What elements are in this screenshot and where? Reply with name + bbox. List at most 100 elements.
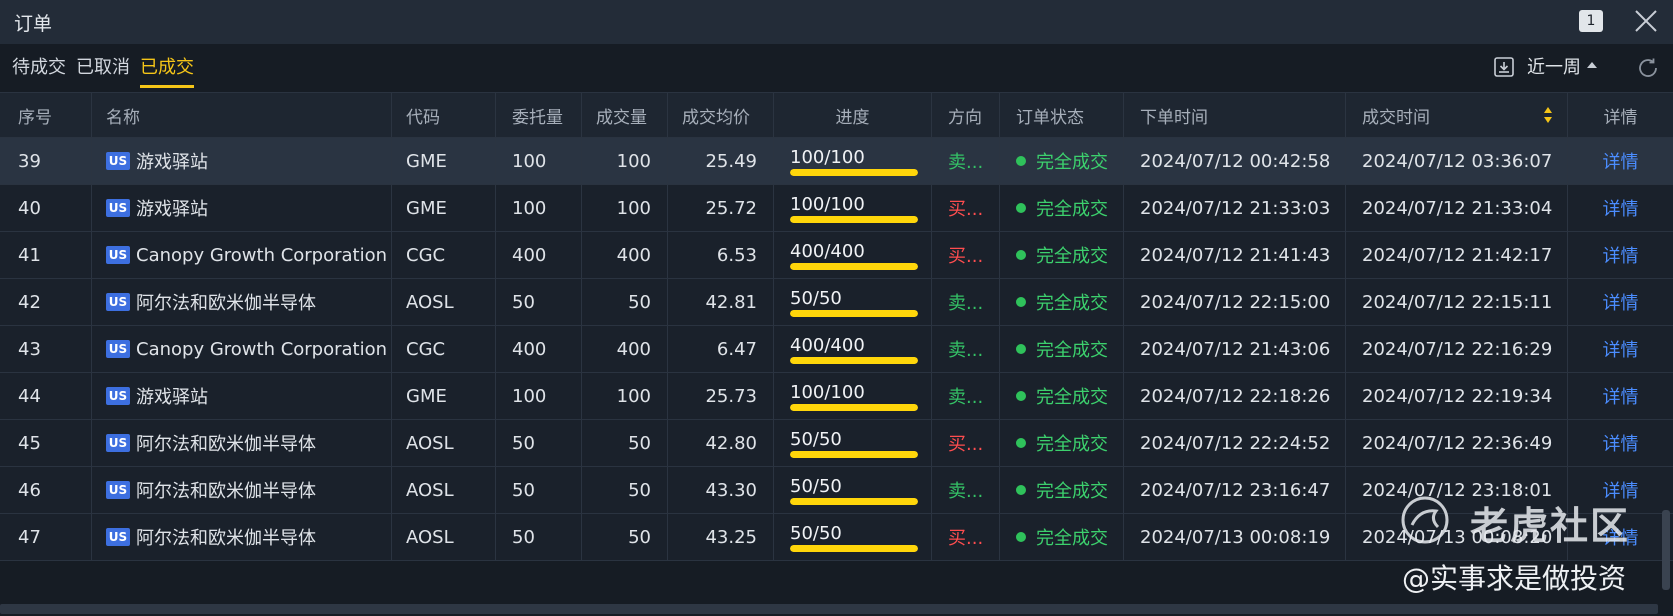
detail-link[interactable]: 详情	[1568, 138, 1673, 184]
col-qty[interactable]: 委托量	[496, 93, 582, 137]
us-market-badge: US	[106, 528, 130, 546]
col-avg-label: 成交均价	[682, 107, 750, 128]
close-icon[interactable]	[1633, 8, 1659, 34]
row-filled: 100	[582, 138, 668, 184]
row-name-text: 阿尔法和欧米伽半导体	[136, 528, 316, 549]
row-fill-time: 2024/07/12 22:15:11	[1346, 279, 1568, 325]
watermark-brand: 老虎社区	[1470, 504, 1631, 548]
row-order-time: 2024/07/13 00:08:19	[1124, 514, 1346, 560]
row-order-time: 2024/07/12 23:16:47	[1124, 467, 1346, 513]
progress-text: 50/50	[790, 523, 842, 544]
col-code[interactable]: 代码	[392, 93, 496, 137]
row-qty: 50	[496, 467, 582, 513]
row-code: GME	[392, 138, 496, 184]
progress-wrap: 400/400	[788, 329, 918, 369]
date-range-label: 近一周	[1527, 57, 1581, 78]
row-code: GME	[392, 373, 496, 419]
row-name-text: Canopy Growth Corporation	[136, 244, 388, 266]
col-detail[interactable]: 详情	[1568, 93, 1673, 137]
us-market-badge: US	[106, 434, 130, 452]
col-order-time[interactable]: 下单时间	[1124, 93, 1346, 137]
tabs-bar: 待成交 已取消 已成交 近一周	[0, 44, 1673, 92]
row-name-text: 游戏驿站	[136, 199, 208, 220]
detail-link[interactable]: 详情	[1568, 279, 1673, 325]
status-dot-icon	[1016, 297, 1026, 307]
detail-link[interactable]: 详情	[1568, 326, 1673, 372]
row-idx: 39	[0, 138, 92, 184]
refresh-icon[interactable]	[1636, 56, 1660, 80]
export-icon[interactable]	[1493, 56, 1515, 78]
table-row[interactable]: 42 US 阿尔法和欧米伽半导体 AOSL 50 50 42.81 50/50 …	[0, 279, 1673, 326]
row-code: AOSL	[392, 420, 496, 466]
row-order-time: 2024/07/12 22:15:00	[1124, 279, 1346, 325]
progress-fill	[790, 216, 918, 223]
progress-fill	[790, 357, 918, 364]
row-avg: 42.81	[668, 279, 774, 325]
tab-cancelled[interactable]: 已取消	[76, 54, 130, 88]
status-dot-icon	[1016, 250, 1026, 260]
table-row[interactable]: 39 US 游戏驿站 GME 100 100 25.49 100/100 卖..…	[0, 138, 1673, 185]
row-name: US Canopy Growth Corporation	[92, 326, 392, 372]
detail-link[interactable]: 详情	[1568, 373, 1673, 419]
col-progress[interactable]: 进度	[774, 93, 932, 137]
col-direction[interactable]: 方向	[932, 93, 1000, 137]
row-progress: 50/50	[774, 420, 932, 466]
row-status: 完全成交	[1000, 373, 1124, 419]
status-text: 完全成交	[1036, 246, 1108, 267]
progress-fill	[790, 545, 918, 552]
date-range-select[interactable]: 近一周	[1527, 54, 1597, 82]
row-idx: 43	[0, 326, 92, 372]
row-avg: 43.25	[668, 514, 774, 560]
watermark-handle: @实事求是做投资	[1402, 562, 1627, 595]
row-name: US 阿尔法和欧米伽半导体	[92, 514, 392, 560]
table-row[interactable]: 40 US 游戏驿站 GME 100 100 25.72 100/100 买..…	[0, 185, 1673, 232]
status-text: 完全成交	[1036, 528, 1108, 549]
table-row[interactable]: 43 US Canopy Growth Corporation CGC 400 …	[0, 326, 1673, 373]
row-avg: 6.47	[668, 326, 774, 372]
progress-wrap: 50/50	[788, 282, 918, 322]
horizontal-scrollbar[interactable]	[0, 604, 1658, 614]
window-count-badge[interactable]: 1	[1579, 10, 1603, 32]
row-idx: 45	[0, 420, 92, 466]
col-fill-time[interactable]: 成交时间	[1346, 93, 1568, 137]
row-order-time: 2024/07/12 22:18:26	[1124, 373, 1346, 419]
progress-wrap: 100/100	[788, 141, 918, 181]
row-code: GME	[392, 185, 496, 231]
detail-link[interactable]: 详情	[1568, 232, 1673, 278]
progress-wrap: 50/50	[788, 423, 918, 463]
col-filled[interactable]: 成交量	[582, 93, 668, 137]
row-fill-time: 2024/07/12 22:16:29	[1346, 326, 1568, 372]
row-code: CGC	[392, 326, 496, 372]
col-fill-time-label: 成交时间	[1362, 107, 1430, 128]
row-code: AOSL	[392, 279, 496, 325]
detail-link[interactable]: 详情	[1568, 185, 1673, 231]
row-name: US 阿尔法和欧米伽半导体	[92, 467, 392, 513]
col-idx[interactable]: 序号	[0, 93, 92, 137]
table-row[interactable]: 41 US Canopy Growth Corporation CGC 400 …	[0, 232, 1673, 279]
row-direction: 买...	[932, 514, 1000, 560]
row-direction: 卖...	[932, 467, 1000, 513]
us-market-badge: US	[106, 387, 130, 405]
col-name[interactable]: 名称	[92, 93, 392, 137]
us-market-badge: US	[106, 246, 130, 264]
table-row[interactable]: 45 US 阿尔法和欧米伽半导体 AOSL 50 50 42.80 50/50 …	[0, 420, 1673, 467]
detail-link[interactable]: 详情	[1568, 420, 1673, 466]
tab-pending[interactable]: 待成交	[12, 54, 66, 88]
table-row[interactable]: 44 US 游戏驿站 GME 100 100 25.73 100/100 卖..…	[0, 373, 1673, 420]
tab-filled[interactable]: 已成交	[140, 54, 194, 88]
row-qty: 100	[496, 373, 582, 419]
row-name: US 游戏驿站	[92, 185, 392, 231]
progress-text: 50/50	[790, 288, 842, 309]
row-fill-time: 2024/07/12 21:33:04	[1346, 185, 1568, 231]
col-avg[interactable]: 成交均价	[668, 93, 774, 137]
row-idx: 40	[0, 185, 92, 231]
sort-icon[interactable]	[1543, 106, 1553, 124]
progress-wrap: 50/50	[788, 470, 918, 510]
vertical-scrollbar[interactable]	[1662, 510, 1670, 590]
us-market-badge: US	[106, 199, 130, 217]
col-status[interactable]: 订单状态	[1000, 93, 1124, 137]
row-direction: 买...	[932, 185, 1000, 231]
row-name: US 游戏驿站	[92, 373, 392, 419]
row-order-time: 2024/07/12 22:24:52	[1124, 420, 1346, 466]
row-avg: 25.73	[668, 373, 774, 419]
